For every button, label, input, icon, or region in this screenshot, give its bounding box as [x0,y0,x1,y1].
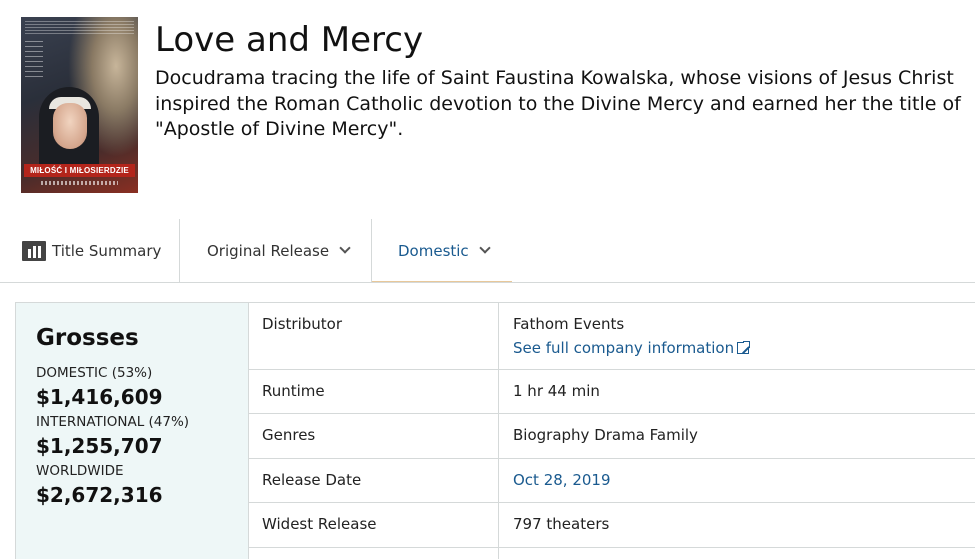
chevron-down-icon [339,242,351,254]
poster-title-banner: MIŁOŚĆ I MIŁOSIERDZIE [24,164,135,177]
release-summary-panel: Grosses DOMESTIC (53%) $1,416,609 INTERN… [15,302,975,559]
runtime-value: 1 hr 44 min [513,382,600,400]
worldwide-gross-value: $2,672,316 [36,483,163,507]
widest-release-value: 797 theaters [513,515,610,533]
distributor-label: Distributor [249,303,499,369]
movie-poster[interactable]: MIŁOŚĆ I MIŁOSIERDZIE [21,17,138,193]
poster-subline [41,181,118,185]
release-details-table: Distributor Fathom Events See full compa… [249,303,975,559]
poster-face [53,103,87,149]
table-row: Distributor Fathom Events See full compa… [249,303,975,370]
tab-original-release[interactable]: Original Release [207,219,351,282]
distributor-cell: Fathom Events See full company informati… [500,303,975,369]
widest-release-label: Widest Release [249,503,499,547]
table-row: Release Date Oct 28, 2019 [249,459,975,503]
poster-top-text [25,21,134,35]
genres-value: Biography Drama Family [513,426,698,444]
tab-domestic[interactable]: Domestic [372,219,512,283]
chevron-down-icon [479,242,491,254]
table-row: Widest Release 797 theaters [249,503,975,548]
runtime-label: Runtime [249,370,499,413]
external-link-icon [737,340,752,354]
genres-label: Genres [249,414,499,458]
company-info-link[interactable]: See full company information [513,339,975,357]
grosses-heading: Grosses [36,325,139,351]
bar-chart-icon [22,240,46,261]
tab-original-release-label: Original Release [207,241,330,260]
table-row: Runtime 1 hr 44 min [249,370,975,414]
company-info-link-label: See full company information [513,339,735,357]
release-tabs: Title Summary Original Release Domestic [0,219,975,283]
table-row: Genres Biography Drama Family [249,414,975,459]
tabs-bottom-border [0,282,975,283]
international-gross-value: $1,255,707 [36,434,163,458]
international-gross-label: INTERNATIONAL (47%) [36,414,190,430]
domestic-gross-value: $1,416,609 [36,385,163,409]
movie-synopsis: Docudrama tracing the life of Saint Faus… [155,67,961,140]
distributor-value: Fathom Events [513,315,625,333]
tab-title-summary[interactable]: Title Summary [22,219,161,282]
domestic-gross-label: DOMESTIC (53%) [36,365,153,381]
poster-side-text [25,41,43,81]
tab-title-summary-label: Title Summary [52,241,162,260]
release-date-cell: Oct 28, 2019 [500,459,975,502]
tab-divider [179,219,180,282]
next-row-value [500,548,975,559]
next-row-label [249,548,499,559]
release-date-link[interactable]: Oct 28, 2019 [513,471,611,489]
page-title: Love and Mercy [155,20,424,60]
release-date-label: Release Date [249,459,499,502]
grosses-box: Grosses DOMESTIC (53%) $1,416,609 INTERN… [16,303,249,559]
worldwide-gross-label: WORLDWIDE [36,463,124,479]
tab-domestic-label: Domestic [398,241,469,260]
table-row [249,548,975,559]
